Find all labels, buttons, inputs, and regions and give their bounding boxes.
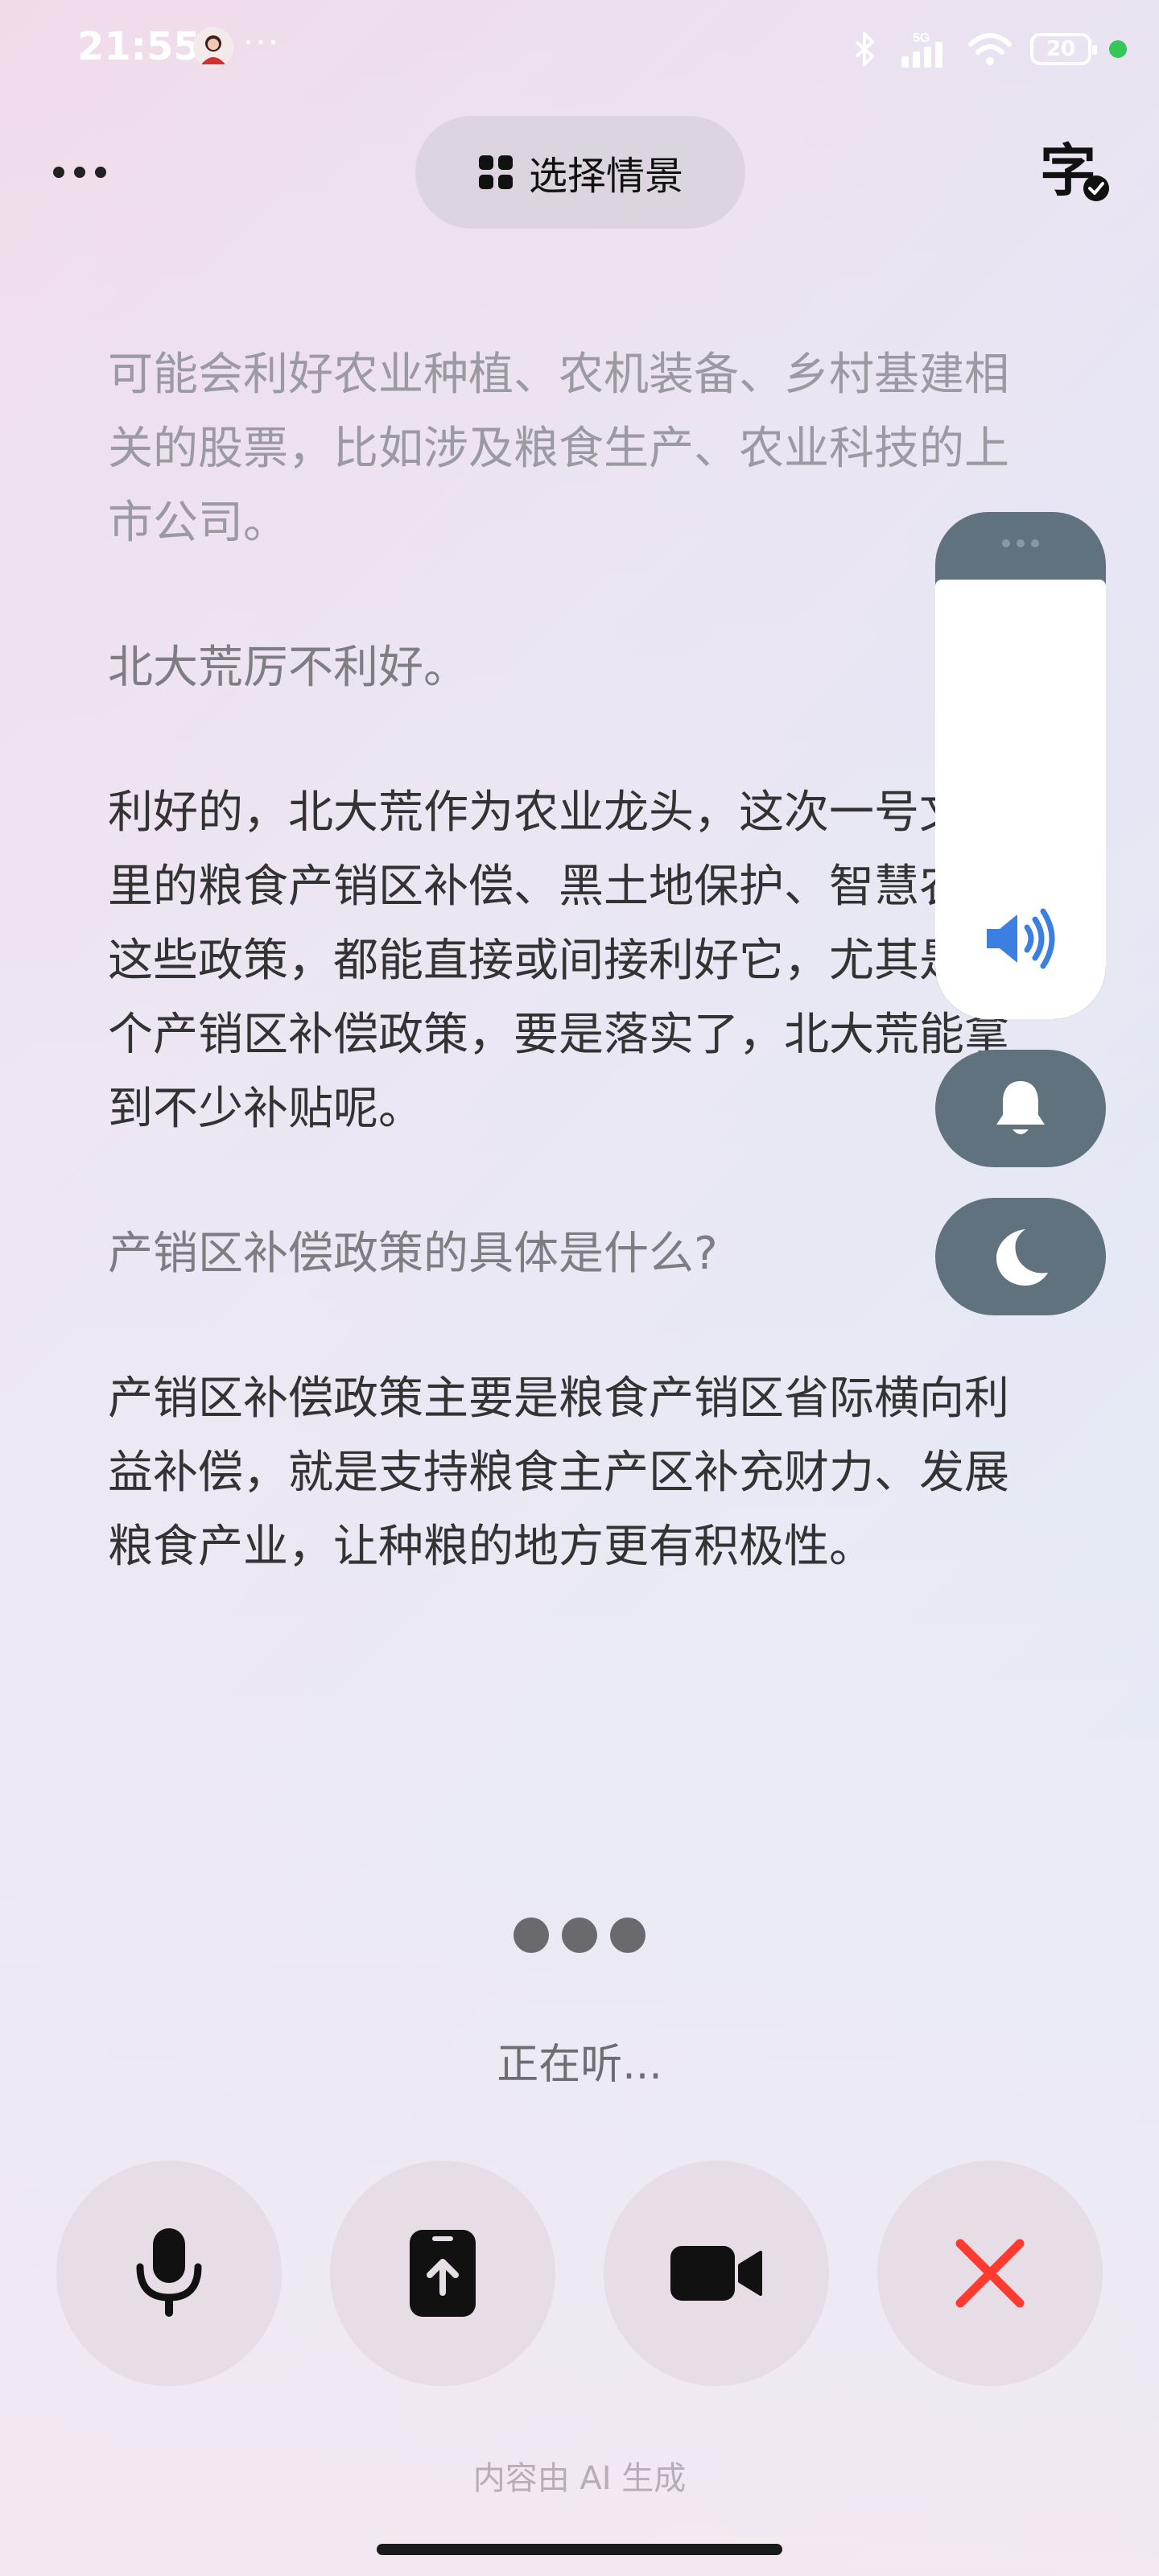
caption-toggle-button[interactable]: 字 (1038, 137, 1119, 209)
drag-handle[interactable] (992, 539, 1050, 551)
select-scene-button[interactable]: 选择情景 (415, 116, 745, 229)
share-screen-button[interactable] (330, 2161, 555, 2386)
ai-generated-disclaimer: 内容由 AI 生成 (472, 2460, 687, 2497)
status-icons: 5G 20 (852, 27, 1127, 71)
status-time: 21:55 (77, 24, 200, 69)
listening-status: 正在听... (497, 2041, 662, 2089)
caption-icon: 字 (1040, 138, 1109, 204)
speaker-icon (982, 906, 1059, 974)
phone-upload-icon (410, 2230, 476, 2317)
wifi-icon (968, 33, 1012, 65)
status-more-indicator: ··· (243, 23, 281, 62)
close-icon (955, 2239, 1025, 2308)
user-message: 产销区补偿政策的具体是什么? (108, 1228, 718, 1280)
bluetooth-icon (855, 32, 874, 66)
notification-avatar-icon (193, 27, 233, 68)
assistant-message: 产销区补偿政策主要是粮食产销区省际横向利益补偿，就是支持粮食主产区补充财力、发展… (108, 1373, 1009, 1573)
moon-icon (996, 1229, 1048, 1286)
video-camera-icon (670, 2246, 762, 2301)
privacy-indicator-dot (1109, 40, 1127, 58)
more-menu-button[interactable] (53, 148, 118, 196)
cellular-signal-icon: 5G (901, 31, 942, 68)
dot (53, 167, 64, 178)
dot (95, 167, 106, 178)
microphone-icon (136, 2228, 202, 2317)
battery-icon: 20 (1030, 33, 1097, 65)
grid-icon (478, 155, 513, 189)
night-mode-button[interactable] (935, 1198, 1106, 1315)
select-scene-label: 选择情景 (528, 154, 683, 199)
volume-slider[interactable] (935, 512, 1106, 1019)
conversation-transcript: 可能会利好农业种植、农机装备、乡村基建相关的股票，比如涉及粮食生产、农业科技的上… (108, 338, 1025, 1655)
assistant-message: 可能会利好农业种植、农机装备、乡村基建相关的股票，比如涉及粮食生产、农业科技的上… (108, 349, 1009, 549)
bell-icon (996, 1081, 1045, 1134)
loading-indicator (514, 1918, 645, 1953)
video-button[interactable] (604, 2161, 829, 2386)
notification-button[interactable] (935, 1050, 1106, 1167)
assistant-message: 利好的，北大荒作为农业龙头，这次一号文件里的粮食产销区补偿、黑土地保护、智慧农业… (108, 786, 1009, 1135)
hang-up-button[interactable] (877, 2161, 1103, 2386)
dot (74, 167, 85, 178)
home-indicator[interactable] (377, 2544, 782, 2555)
status-bar: 21:55 ··· 5G 20 (0, 0, 1159, 97)
svg-text:5G: 5G (913, 31, 930, 45)
battery-level: 20 (1046, 37, 1076, 61)
user-message: 北大荒厉不利好。 (108, 642, 468, 694)
mic-button[interactable] (56, 2161, 282, 2386)
